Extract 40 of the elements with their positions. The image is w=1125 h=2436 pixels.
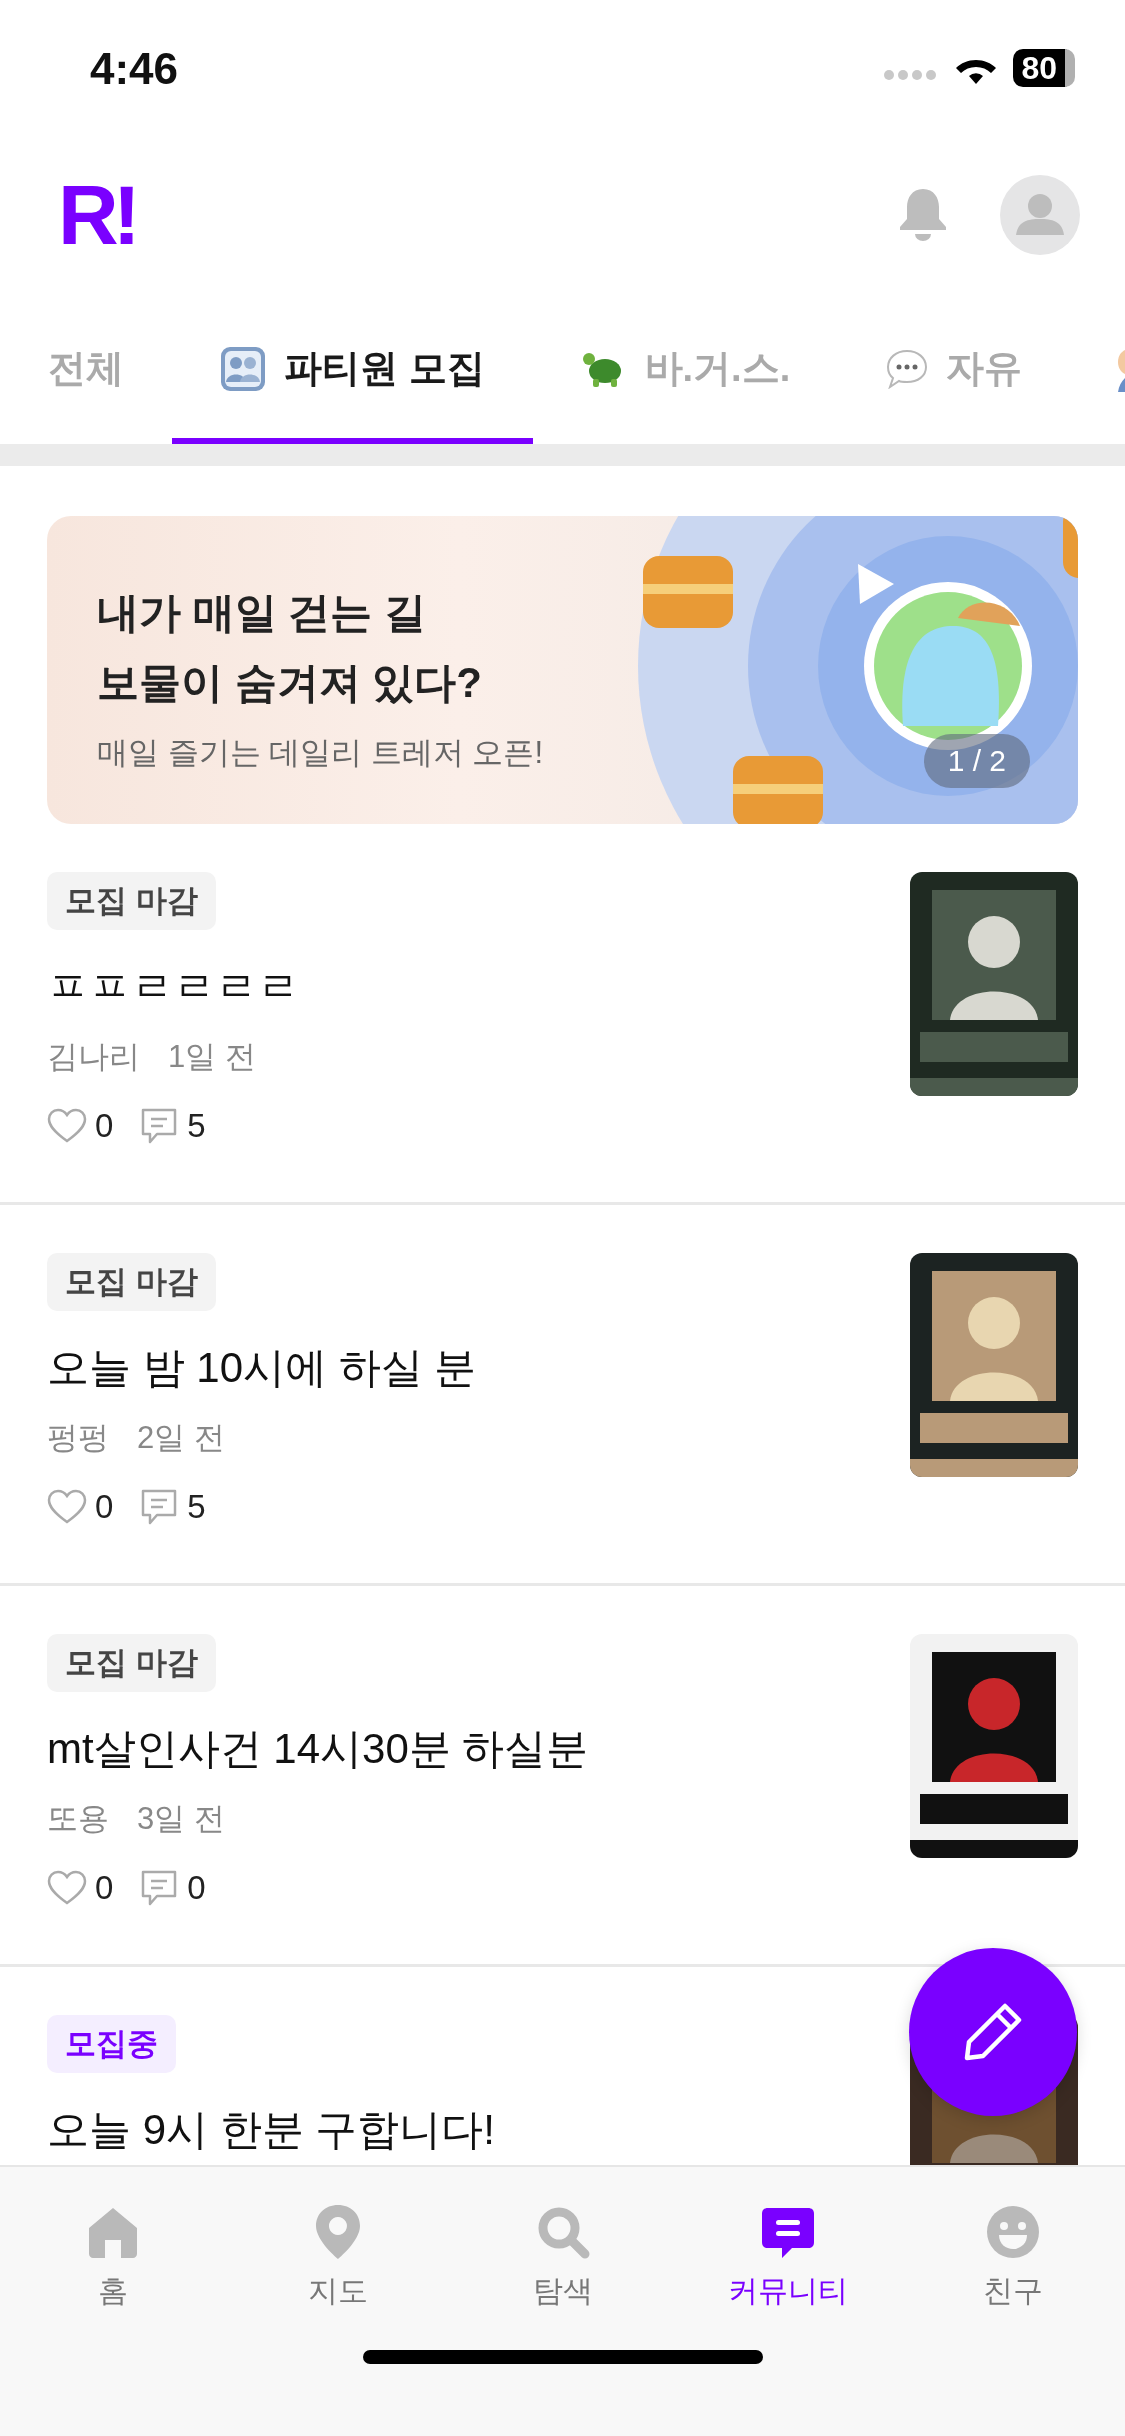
comment-count: 5 <box>187 1488 206 1526</box>
heart-icon[interactable] <box>47 1489 87 1525</box>
bell-icon[interactable] <box>898 187 948 243</box>
post-title[interactable]: mt살인사건 14시30분 하실분 <box>47 1719 589 1779</box>
post-time: 2일 전 <box>137 1419 225 1457</box>
status-tag: 모집 마감 <box>47 1634 216 1692</box>
author-name: 김나리 <box>47 1038 140 1076</box>
post-title[interactable]: 오늘 밤 10시에 하실 분 <box>47 1338 477 1398</box>
nav-tab[interactable]: 친구 <box>900 2203 1125 2312</box>
nav-tab[interactable]: 홈 <box>0 2203 225 2312</box>
speech-bubble-icon <box>886 348 929 389</box>
nav-tab[interactable]: 커뮤니티 <box>675 2203 900 2312</box>
nav-tab[interactable]: 탐색 <box>450 2203 675 2312</box>
banner-card[interactable]: 내가 매일 걷는 길 보물이 숨겨져 있다? 매일 즐기는 데일리 트레저 오픈! 1 / 2 <box>47 516 1078 824</box>
heart-icon[interactable] <box>47 1870 87 1906</box>
post-time: 3일 전 <box>137 1800 225 1838</box>
comment-count: 0 <box>187 1869 206 1907</box>
like-count: 0 <box>95 1107 114 1145</box>
banner-subtitle: 매일 즐기는 데일리 트레저 오픈! <box>97 734 544 772</box>
avatar-icon[interactable] <box>1000 175 1080 255</box>
smiley-icon <box>984 2203 1041 2261</box>
post-title[interactable]: 오늘 9시 한분 구합니다! <box>47 2100 496 2160</box>
status-tag: 모집 마감 <box>47 1253 216 1311</box>
page-indicator: 1 / 2 <box>923 734 1030 788</box>
people-icon <box>220 345 266 392</box>
logo: R! <box>58 173 135 257</box>
author-name: 또용 <box>47 1800 109 1838</box>
heart-icon[interactable] <box>47 1108 87 1144</box>
battery-indicator: 80 <box>1013 48 1075 87</box>
status-tag: 모집 마감 <box>47 872 216 930</box>
nav-tab[interactable]: 지도 <box>225 2203 450 2312</box>
status-time: 4:46 <box>90 42 179 94</box>
status-tag: 모집중 <box>47 2015 176 2073</box>
author-name: 펑펑 <box>47 1419 109 1457</box>
post-title[interactable]: ㅍㅍㄹㄹㄹㄹ <box>47 957 299 1017</box>
like-count: 0 <box>95 1488 114 1526</box>
banner-title: 내가 매일 걷는 길 보물이 숨겨져 있다? <box>97 588 483 708</box>
post-time: 1일 전 <box>168 1038 256 1076</box>
comment-count: 5 <box>187 1107 206 1145</box>
like-count: 0 <box>95 1869 114 1907</box>
